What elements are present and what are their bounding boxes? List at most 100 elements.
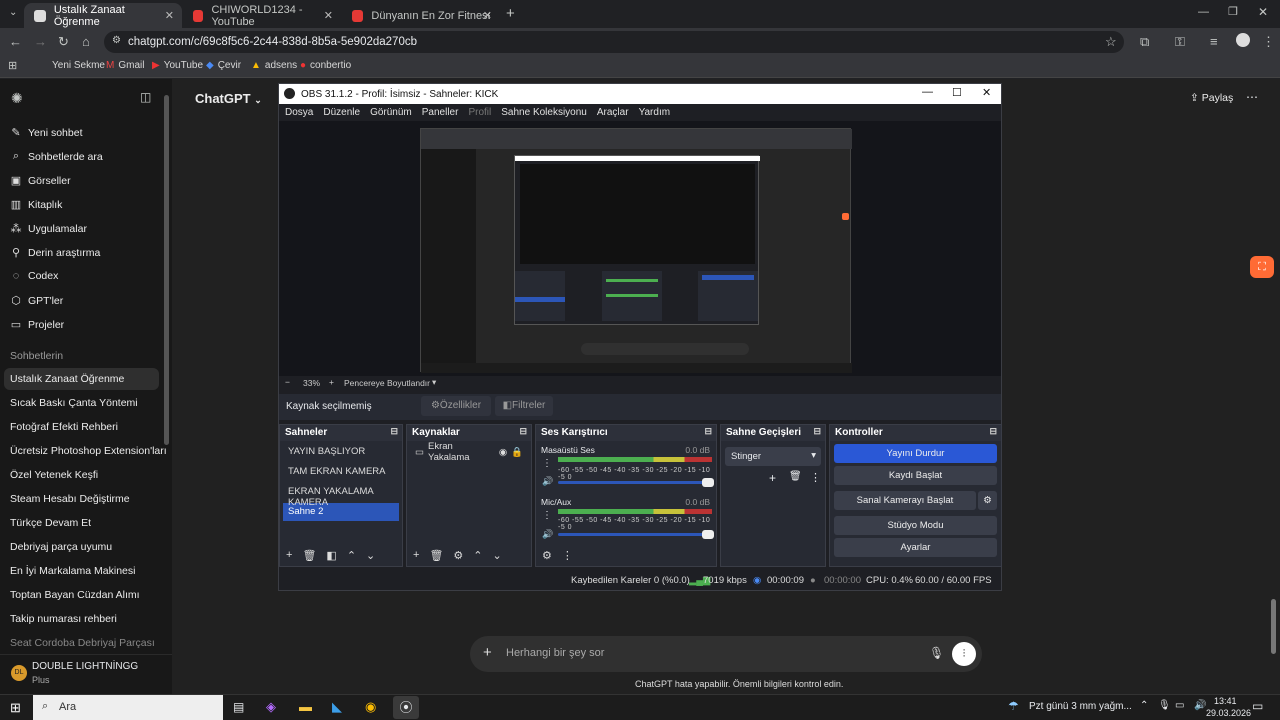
transition-menu-icon[interactable]: ⋮	[810, 471, 821, 484]
reload-icon[interactable]: ↻	[58, 34, 69, 50]
speaker-icon[interactable]: 🔊	[542, 476, 553, 487]
bookmark-gmail[interactable]: M Gmail	[106, 60, 144, 71]
scene-item-selected[interactable]: Sahne 2	[283, 503, 399, 521]
tab-2[interactable]: CHIWORLD1234 - YouTube ✕	[183, 3, 341, 28]
apps-grid-icon[interactable]: ⊞	[8, 59, 17, 72]
advanced-audio-icon[interactable]: ⚙	[542, 549, 552, 562]
copilot-icon[interactable]: ◈	[266, 699, 276, 715]
restore-icon[interactable]: ❐	[1228, 5, 1238, 18]
transition-select[interactable]: Stinger ▾	[725, 447, 821, 466]
profile-avatar[interactable]	[1236, 33, 1250, 47]
windows-start-icon[interactable]: ⊞	[10, 700, 21, 716]
weather-icon[interactable]: ☂	[1008, 699, 1019, 713]
menu-item-help[interactable]: Yardım	[639, 107, 671, 118]
add-icon[interactable]: +	[286, 549, 292, 562]
nav-apps[interactable]: ⁂ Uygulamalar	[10, 222, 87, 236]
dock-menu-icon[interactable]: ⊟	[813, 426, 821, 437]
notifications-icon[interactable]: ▭	[1252, 699, 1263, 713]
chat-item[interactable]: En İyi Markalama Makinesi	[10, 565, 135, 577]
bookmark-yeni-sekme[interactable]: Yeni Sekme	[52, 60, 105, 71]
eye-icon[interactable]: ◉	[499, 447, 507, 458]
chevron-down-icon[interactable]: ▾	[432, 377, 436, 388]
weather-text[interactable]: Pzt günü 3 mm yağm...	[1029, 701, 1132, 712]
scene-item[interactable]: EKRAN YAKALAMA KAMERA	[283, 483, 399, 508]
home-icon[interactable]: ⌂	[82, 34, 90, 49]
nav-new-chat[interactable]: ✎ Yeni sohbet	[10, 126, 82, 140]
network-icon[interactable]: ▭	[1175, 700, 1184, 711]
tab-search-icon[interactable]: ⌄	[9, 7, 17, 18]
menu-item-profile[interactable]: Profil	[468, 107, 491, 118]
main-scrollbar[interactable]	[1271, 599, 1276, 654]
minimize-icon[interactable]: —	[1198, 6, 1209, 18]
nav-search[interactable]: ⌕ Sohbetlerde ara	[10, 150, 103, 163]
task-view-icon[interactable]: ▤	[233, 700, 244, 714]
chat-composer[interactable]: + Herhangi bir şey sor 🎙 ⫶	[470, 636, 982, 672]
channel-menu-icon[interactable]: ⋮	[542, 458, 552, 469]
chrome-icon[interactable]: ◉	[365, 699, 376, 715]
close-icon[interactable]: ✕	[165, 9, 174, 22]
vscode-icon[interactable]: ◣	[332, 699, 342, 715]
move-up-icon[interactable]: ⌃	[473, 549, 482, 562]
slider-knob[interactable]	[702, 530, 714, 539]
url-input[interactable]: ⚙ chatgpt.com/c/69c8f5c6-2c44-838d-8b5a-5…	[104, 31, 1124, 53]
volume-icon[interactable]: 🔊	[1194, 700, 1206, 711]
nav-library[interactable]: ▥ Kitaplık	[10, 198, 63, 212]
zoom-mode-select[interactable]: Pencereye Boyutlandır	[344, 378, 430, 388]
properties-button[interactable]: ⚙Özellikler	[421, 396, 491, 416]
file-explorer-icon[interactable]: ▬	[299, 699, 312, 714]
taskbar-search[interactable]: ⌕ Ara	[33, 695, 223, 720]
extensions-icon[interactable]: ⧉	[1140, 34, 1149, 50]
voice-mode-icon[interactable]: ⫶	[952, 642, 976, 666]
nav-gpts[interactable]: ⬡ GPT'ler	[10, 294, 63, 308]
obs-preview[interactable]	[279, 121, 1001, 376]
add-icon[interactable]: +	[769, 471, 776, 485]
scene-item[interactable]: YAYIN BAŞLIYOR	[283, 443, 399, 461]
chat-item[interactable]: Toptan Bayan Cüzdan Alımı	[10, 589, 140, 601]
filter-icon[interactable]: ◧	[326, 549, 336, 562]
move-down-icon[interactable]: ⌄	[366, 549, 375, 562]
model-selector[interactable]: ChatGPT ⌄	[195, 91, 262, 106]
close-icon[interactable]: ✕	[324, 9, 333, 22]
bookmark-adsens[interactable]: ▲ adsens	[251, 60, 297, 71]
dock-menu-icon[interactable]: ⊟	[390, 426, 398, 437]
tab-1[interactable]: Ustalık Zanaat Öğrenme ✕	[24, 3, 182, 28]
slider-knob[interactable]	[702, 478, 714, 487]
microphone-icon[interactable]: 🎙	[929, 646, 944, 660]
dock-menu-icon[interactable]: ⊟	[519, 426, 527, 437]
studio-mode-button[interactable]: Stüdyo Modu	[834, 516, 997, 535]
site-info-icon[interactable]: ⚙	[112, 35, 121, 46]
speaker-icon[interactable]: 🔊	[542, 529, 553, 540]
nav-projects[interactable]: ▭ Projeler	[10, 318, 64, 332]
volume-slider[interactable]	[558, 478, 714, 487]
orange-extension-icon[interactable]: ⛶	[1250, 256, 1274, 278]
chat-item[interactable]: Takip numarası rehberi	[10, 613, 117, 625]
bookmark-cevir[interactable]: ◆ Çevir	[206, 60, 241, 71]
chat-item[interactable]: Debriyaj parça uyumu	[10, 541, 112, 553]
close-icon[interactable]: ✕	[982, 86, 991, 99]
lock-icon[interactable]: 🔒	[511, 447, 523, 458]
chat-item[interactable]: Ücretsiz Photoshop Extension'ları	[10, 445, 167, 457]
trash-icon[interactable]: 🗑	[302, 549, 316, 562]
zoom-in-icon[interactable]: +	[329, 377, 334, 387]
dock-menu-icon[interactable]: ⊟	[704, 426, 712, 437]
close-icon[interactable]: ✕	[483, 9, 492, 22]
menu-item-scene-collection[interactable]: Sahne Koleksiyonu	[501, 107, 587, 118]
move-up-icon[interactable]: ⌃	[347, 549, 356, 562]
trash-icon[interactable]: 🗑	[789, 471, 802, 482]
tab-3[interactable]: Dünyanın En Zor Fitness Yarışm✕	[342, 3, 500, 28]
menu-item-view[interactable]: Görünüm	[370, 107, 412, 118]
more-options-icon[interactable]: ⋯	[1246, 90, 1258, 104]
close-window-icon[interactable]: ✕	[1258, 5, 1268, 19]
stop-stream-button[interactable]: Yayını Durdur	[834, 444, 997, 463]
zoom-out-icon[interactable]: −	[285, 377, 290, 387]
volume-slider[interactable]	[558, 530, 714, 539]
bookmark-conbertio[interactable]: ● conbertio	[300, 60, 351, 71]
sidebar-toggle-icon[interactable]: ◫	[140, 90, 151, 104]
move-down-icon[interactable]: ⌄	[493, 549, 502, 562]
mixer-menu-icon[interactable]: ⋮	[562, 549, 573, 562]
back-icon[interactable]: ←	[9, 34, 22, 49]
openai-logo-icon[interactable]: ✺	[11, 90, 23, 107]
filters-button[interactable]: ◧Filtreler	[495, 396, 553, 416]
clock-time[interactable]: 13:41	[1214, 696, 1237, 706]
settings-button[interactable]: Ayarlar	[834, 538, 997, 557]
